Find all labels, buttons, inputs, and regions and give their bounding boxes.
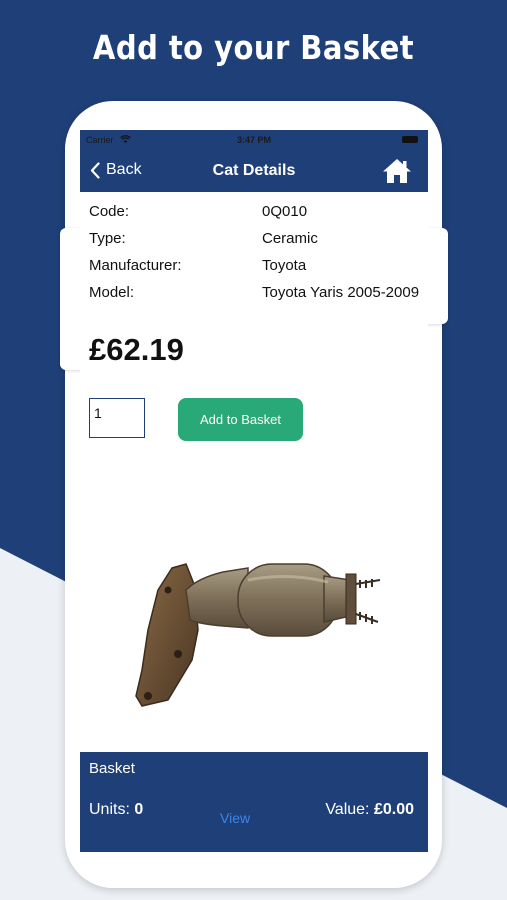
- detail-value: Ceramic: [262, 230, 318, 247]
- catalytic-converter-image: [135, 563, 381, 707]
- quantity-input[interactable]: 1: [89, 398, 145, 438]
- page-title: Cat Details: [212, 162, 296, 179]
- basket-units: Units: 0: [89, 801, 143, 819]
- basket-value: Value: £0.00: [325, 801, 414, 819]
- detail-row-type: Type: Ceramic: [89, 230, 429, 257]
- units-value: 0: [134, 801, 144, 818]
- basket-title: Basket: [89, 760, 135, 777]
- status-bar: Carrier 3:47 PM: [80, 130, 428, 150]
- navigation-bar: Back Cat Details: [80, 150, 428, 192]
- detail-value: 0Q010: [262, 203, 308, 220]
- detail-label: Model:: [89, 284, 135, 301]
- page-headline: Add to your Basket: [92, 28, 415, 67]
- detail-label: Type:: [89, 230, 126, 247]
- detail-value: Toyota Yaris 2005-2009: [262, 284, 420, 301]
- view-basket-link[interactable]: View: [220, 810, 250, 826]
- home-icon[interactable]: [382, 158, 412, 184]
- value-amount: £0.00: [373, 801, 414, 818]
- detail-row-code: Code: 0Q010: [89, 203, 429, 230]
- battery-icon: [402, 136, 418, 143]
- details-list: Code: 0Q010 Type: Ceramic Manufacturer: …: [89, 203, 429, 311]
- detail-label: Manufacturer:: [89, 257, 182, 274]
- status-time: 3:47 PM: [236, 135, 271, 145]
- price-label: £62.19: [89, 332, 184, 367]
- basket-summary: Basket Units: 0 View Value: £0.00: [80, 752, 428, 852]
- detail-label: Code:: [89, 203, 130, 220]
- detail-value: Toyota: [262, 257, 307, 274]
- value-label: Value:: [325, 801, 370, 818]
- detail-row-model: Model: Toyota Yaris 2005-2009: [89, 284, 429, 311]
- add-to-basket-button[interactable]: Add to Basket: [178, 398, 303, 441]
- app-screen: Carrier 3:47 PM Back Cat Details Code: 0…: [80, 130, 428, 852]
- units-label: Units:: [89, 801, 130, 818]
- detail-row-manufacturer: Manufacturer: Toyota: [89, 257, 429, 284]
